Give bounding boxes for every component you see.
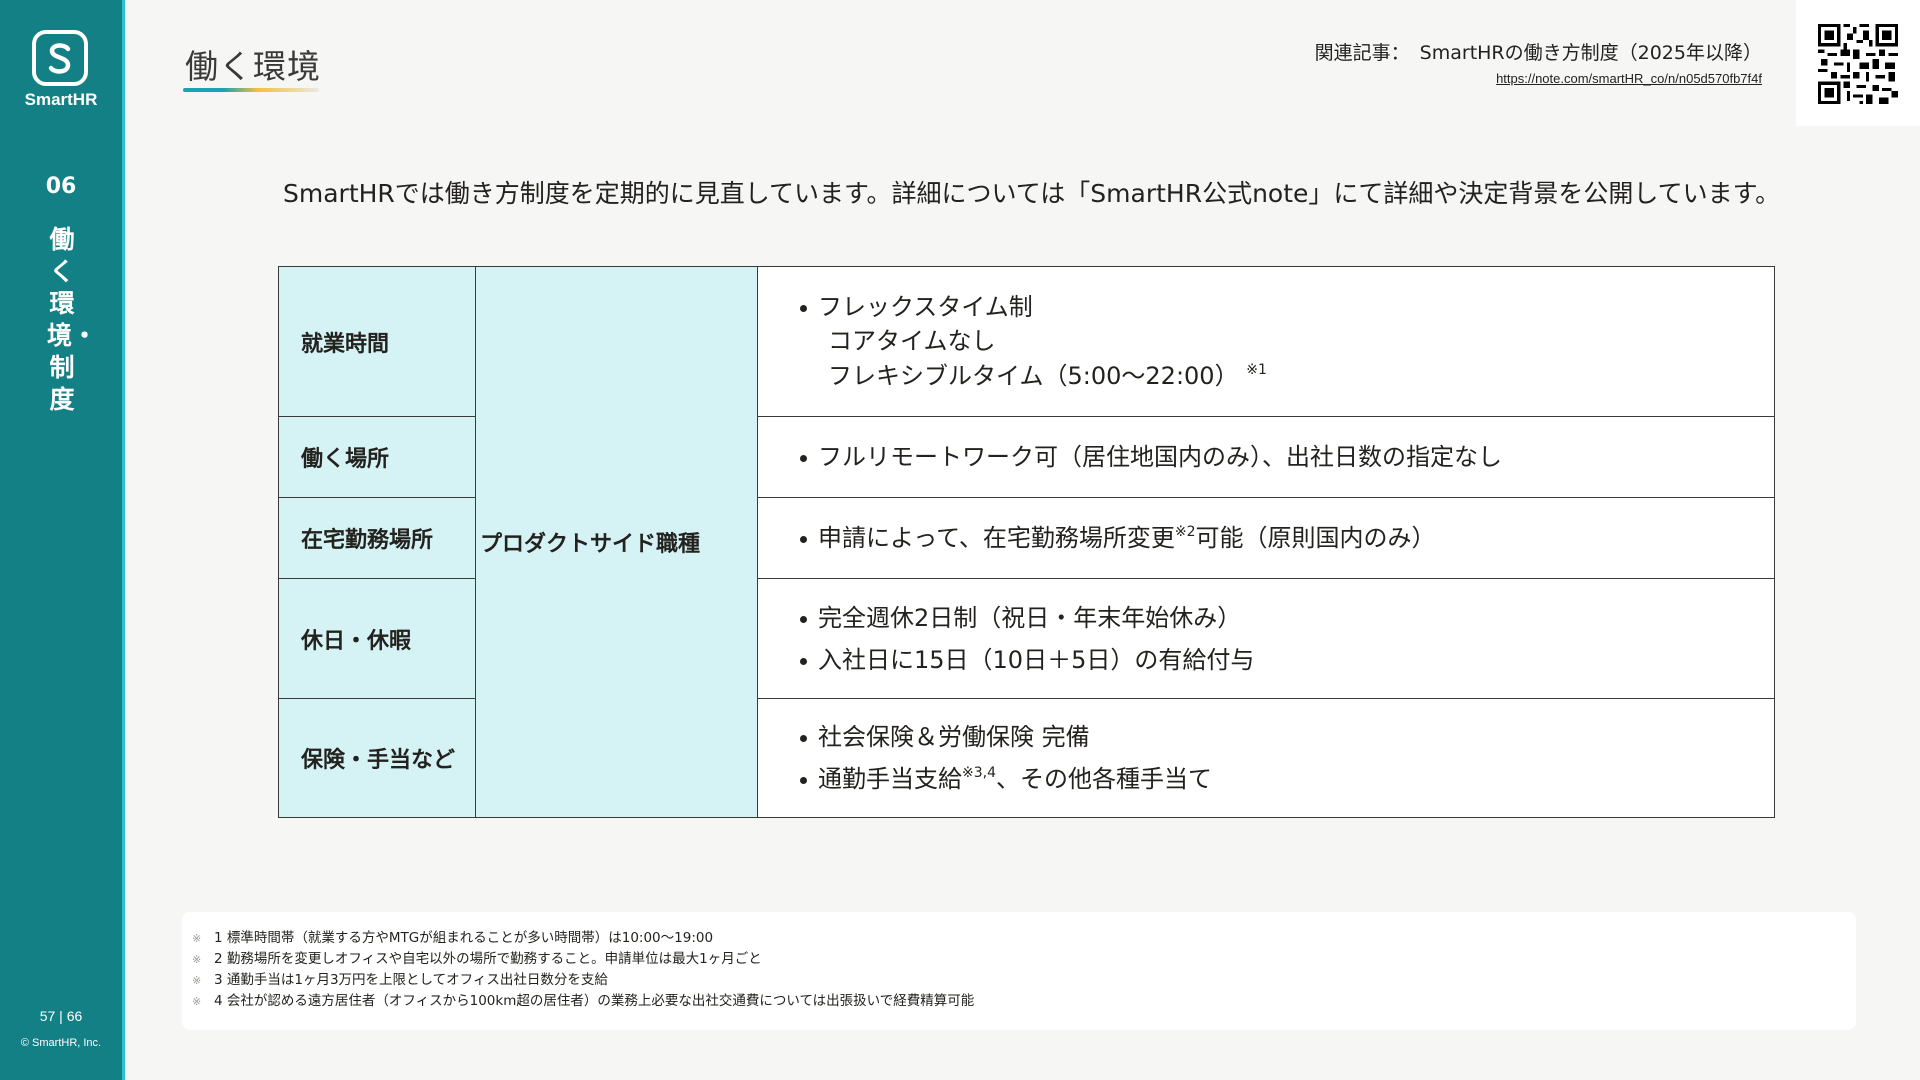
footnote-list: ※ 1 標準時間帯（就業する方やMTGが組まれることが多い時間帯）は10:00〜1… (182, 928, 1856, 1012)
table-row: 就業時間 プロダクトサイド職種 フレックスタイム制 コアタイムなし フレキシブル… (278, 266, 1775, 818)
footnote-mark: ※ (192, 953, 202, 966)
category-cell: 保険・手当など (278, 698, 476, 818)
category-cell: 働く場所 (278, 416, 476, 498)
footnote-ref: ※3,4 (962, 765, 996, 781)
lead-text: SmartHRでは働き方制度を定期的に見直しています。詳細については「Smart… (283, 179, 1781, 208)
content-cell: 社会保険＆労働保険 完備 通勤手当支給※3,4、その他各種手当て (757, 698, 1775, 818)
bullet-text: 申請によって、在宅勤務場所変更 (818, 524, 1175, 552)
page-number: 57 | 66 (39, 1008, 83, 1024)
content-cell: フルリモートワーク可（居住地国内のみ）、出社日数の指定なし (757, 416, 1775, 498)
page-title: 働く環境 (185, 47, 321, 86)
related-title: SmartHRの働き方制度（2025年以降） (1419, 42, 1762, 64)
sub-item-text: フレキシブルタイム（5:00〜22:00） (828, 361, 1239, 390)
related-url-link[interactable]: https://note.com/smartHR_co/n/n05d570fb7… (1315, 71, 1762, 86)
bullet-item: 入社日に15日（10日＋5日）の有給付与 (800, 643, 1774, 677)
footnote-item: ※ 2 勤務場所を変更しオフィスや自宅以外の場所で勤務すること。申請単位は最大1ヶ… (192, 949, 1856, 970)
smarthr-logo-icon (32, 30, 88, 86)
footnote-mark: ※ (192, 974, 202, 987)
bullet-item: 申請によって、在宅勤務場所変更※2可能（原則国内のみ） (800, 521, 1774, 555)
footnote-item: ※ 4 会社が認める遠方居住者（オフィスから100km超の居住者）の業務上必要な出… (192, 991, 1856, 1012)
footnote-mark: ※ (192, 995, 202, 1008)
bullet-text: 通勤手当支給 (818, 765, 962, 793)
category-cell: 在宅勤務場所 (278, 497, 476, 579)
footnote-item: ※ 3 通勤手当は1ヶ月3万円を上限としてオフィス出社日数分を支給 (192, 970, 1856, 991)
title-underline (183, 88, 319, 92)
footnote-ref: ※2 (1174, 524, 1196, 540)
copyright: © SmartHR, Inc. (20, 1037, 102, 1049)
logo-text: SmartHR (24, 90, 98, 109)
bullet-text: 可能（原則国内のみ） (1195, 524, 1436, 552)
category-cell: 休日・休暇 (278, 578, 476, 699)
bullet-item: フルリモートワーク可（居住地国内のみ）、出社日数の指定なし (800, 440, 1774, 474)
footnote-ref: ※1 (1246, 361, 1267, 378)
chapter-number: 06 (45, 174, 77, 199)
bullet-item: 完全週休2日制（祝日・年末年始休み） (800, 601, 1774, 635)
footnotes-box: ※ 1 標準時間帯（就業する方やMTGが組まれることが多い時間帯）は10:00〜1… (182, 912, 1856, 1030)
content-cell: 完全週休2日制（祝日・年末年始休み） 入社日に15日（10日＋5日）の有給付与 (757, 578, 1775, 699)
related-article: 関連記事： SmartHRの働き方制度（2025年以降） https://note… (1315, 38, 1762, 86)
chapter-title: 働く環境・制度 (47, 225, 98, 414)
footnote-text: 2 勤務場所を変更しオフィスや自宅以外の場所で勤務すること。申請単位は最大1ヶ月… (214, 951, 762, 967)
footnote-text: 1 標準時間帯（就業する方やMTGが組まれることが多い時間帯）は10:00〜19… (214, 930, 714, 946)
related-article-line: 関連記事： SmartHRの働き方制度（2025年以降） (1315, 38, 1762, 65)
bullet-text: 、その他各種手当て (996, 765, 1212, 793)
footnote-mark: ※ (192, 932, 202, 945)
content-cell: 申請によって、在宅勤務場所変更※2可能（原則国内のみ） (757, 497, 1775, 579)
footnote-item: ※ 1 標準時間帯（就業する方やMTGが組まれることが多い時間帯）は10:00〜1… (192, 928, 1856, 949)
footnote-text: 3 通勤手当は1ヶ月3万円を上限としてオフィス出社日数分を支給 (214, 972, 608, 988)
sub-item: コアタイムなし (828, 326, 996, 355)
qr-code-icon (1818, 24, 1898, 104)
sidebar: SmartHR 06 働く環境・制度 57 | 66 © SmartHR, In… (0, 0, 125, 1080)
qr-code[interactable] (1796, 0, 1920, 126)
group-cell: プロダクトサイド職種 (475, 266, 758, 818)
sub-item: フレキシブルタイム（5:00〜22:00） ※1 (800, 359, 1774, 394)
related-label: 関連記事： (1314, 42, 1410, 64)
content-cell: フレックスタイム制 コアタイムなし フレキシブルタイム（5:00〜22:00） … (757, 266, 1775, 417)
work-policy-table: 就業時間 プロダクトサイド職種 フレックスタイム制 コアタイムなし フレキシブル… (278, 266, 1775, 818)
bullet-item: フレックスタイム制 (800, 290, 1774, 324)
category-cell: 就業時間 (278, 266, 476, 417)
footnote-text: 4 会社が認める遠方居住者（オフィスから100km超の居住者）の業務上必要な出社… (214, 993, 975, 1009)
bullet-item: 通勤手当支給※3,4、その他各種手当て (800, 762, 1774, 796)
bullet-item: 社会保険＆労働保険 完備 (800, 720, 1774, 754)
